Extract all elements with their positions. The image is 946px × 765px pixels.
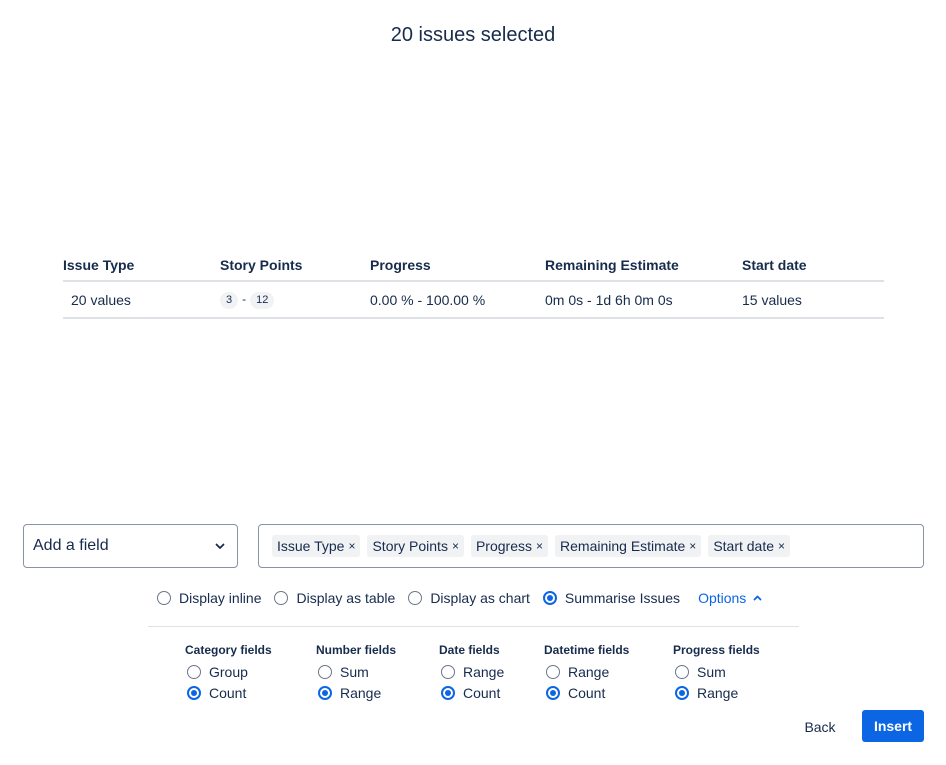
radio-button[interactable] <box>187 664 201 679</box>
radio-category-count[interactable]: Count <box>187 684 303 701</box>
radio-datetime-count[interactable]: Count <box>546 684 660 701</box>
field-tag-remaining-estimate: Remaining Estimate × <box>555 535 702 557</box>
add-field-label: Add a field <box>33 537 109 554</box>
display-mode-group: Display inline Display as table Display … <box>157 590 762 606</box>
remove-tag-icon[interactable]: × <box>348 539 355 553</box>
option-group-title: Progress fields <box>673 643 760 657</box>
radio-button-checked[interactable] <box>542 591 557 605</box>
radio-button-checked[interactable] <box>441 685 455 700</box>
radio-number-sum[interactable]: Sum <box>318 663 426 680</box>
radio-number-range[interactable]: Range <box>318 684 426 701</box>
chevron-down-icon <box>213 539 227 553</box>
radio-label: Count <box>463 684 501 701</box>
radio-button[interactable] <box>441 664 455 679</box>
option-group-date-fields: Date fields Range Count <box>439 643 544 706</box>
cell-story-points: 3-12 <box>220 281 370 319</box>
options-toggle-link[interactable]: Options <box>698 590 762 606</box>
remove-tag-icon[interactable]: × <box>536 539 543 553</box>
radio-display-inline[interactable]: Display inline <box>157 590 261 606</box>
radio-display-as-chart[interactable]: Display as chart <box>408 590 530 606</box>
radio-progress-range[interactable]: Range <box>675 684 770 701</box>
radio-label: Display inline <box>179 590 262 606</box>
table-header-row: Issue Type Story Points Progress Remaini… <box>63 250 884 282</box>
option-group-title: Datetime fields <box>544 643 630 657</box>
radio-button-checked[interactable] <box>546 685 560 700</box>
cell-issue-type: 20 values <box>63 281 220 319</box>
radio-button[interactable] <box>546 664 560 679</box>
radio-label: Display as table <box>296 590 396 606</box>
radio-button[interactable] <box>318 664 332 679</box>
radio-button-checked[interactable] <box>318 685 332 700</box>
field-tag-progress: Progress × <box>470 535 549 557</box>
radio-button[interactable] <box>675 664 689 679</box>
chevron-up-icon <box>753 595 762 601</box>
options-divider <box>148 626 799 627</box>
radio-button-checked[interactable] <box>675 685 689 700</box>
remove-tag-icon[interactable]: × <box>778 539 785 553</box>
column-header-start-date: Start date <box>742 250 884 282</box>
radio-category-group[interactable]: Group <box>187 663 303 680</box>
radio-label: Sum <box>340 663 369 680</box>
remove-tag-icon[interactable]: × <box>689 539 696 553</box>
radio-date-count[interactable]: Count <box>441 684 531 701</box>
cell-remaining-estimate: 0m 0s - 1d 6h 0m 0s <box>545 281 742 319</box>
summary-table: Issue Type Story Points Progress Remaini… <box>63 250 884 319</box>
radio-label: Range <box>568 663 610 680</box>
radio-label: Range <box>463 663 505 680</box>
option-group-title: Category fields <box>185 643 272 657</box>
tag-label: Start date <box>713 538 775 554</box>
cell-progress: 0.00 % - 100.00 % <box>370 281 545 319</box>
radio-display-as-table[interactable]: Display as table <box>274 590 395 606</box>
tag-label: Issue Type <box>277 538 345 554</box>
story-points-max-badge: 12 <box>250 292 275 309</box>
field-tag-story-points: Story Points × <box>367 535 464 557</box>
radio-button[interactable] <box>274 591 289 605</box>
insert-button[interactable]: Insert <box>862 710 924 742</box>
column-header-progress: Progress <box>370 250 545 282</box>
column-header-story-points: Story Points <box>220 250 370 282</box>
radio-button[interactable] <box>157 591 171 605</box>
option-group-category-fields: Category fields Group Count <box>185 643 316 706</box>
radio-date-range[interactable]: Range <box>441 663 531 680</box>
range-separator: - <box>242 292 247 306</box>
add-field-select[interactable]: Add a field <box>23 524 238 568</box>
radio-label: Display as chart <box>430 590 530 606</box>
radio-progress-sum[interactable]: Sum <box>675 663 770 680</box>
radio-label: Range <box>697 684 739 701</box>
column-header-issue-type: Issue Type <box>63 250 220 282</box>
radio-summarise-issues[interactable]: Summarise Issues <box>542 590 681 606</box>
options-label: Options <box>698 590 747 606</box>
radio-datetime-range[interactable]: Range <box>546 663 660 680</box>
summary-options: Category fields Group Count Number field… <box>185 643 783 706</box>
radio-label: Sum <box>697 663 726 680</box>
story-points-min-badge: 3 <box>220 292 239 309</box>
option-group-title: Date fields <box>439 643 500 657</box>
option-group-progress-fields: Progress fields Sum Range <box>673 643 783 706</box>
option-group-datetime-fields: Datetime fields Range Count <box>544 643 673 706</box>
remove-tag-icon[interactable]: × <box>452 539 459 553</box>
option-group-number-fields: Number fields Sum Range <box>316 643 439 706</box>
radio-label: Count <box>568 684 606 701</box>
option-group-title: Number fields <box>316 643 397 657</box>
field-tag-issue-type: Issue Type × <box>272 535 361 557</box>
radio-label: Range <box>340 684 382 701</box>
tag-label: Story Points <box>372 538 448 554</box>
table-row: 20 values 3-12 0.00 % - 100.00 % 0m 0s -… <box>63 281 884 319</box>
radio-label: Group <box>209 663 248 680</box>
column-header-remaining-estimate: Remaining Estimate <box>545 250 742 282</box>
tag-label: Progress <box>475 538 532 554</box>
tag-label: Remaining Estimate <box>560 538 686 554</box>
cell-start-date: 15 values <box>742 281 884 319</box>
page-title: 20 issues selected <box>390 24 556 46</box>
field-tag-start-date: Start date × <box>708 535 791 557</box>
selected-fields-input[interactable]: Issue Type × Story Points × Progress × Rema… <box>258 524 924 568</box>
radio-button[interactable] <box>408 591 423 605</box>
back-button[interactable]: Back <box>795 711 845 742</box>
radio-button-checked[interactable] <box>187 685 201 700</box>
radio-label: Summarise Issues <box>564 590 681 606</box>
radio-label: Count <box>209 684 247 701</box>
